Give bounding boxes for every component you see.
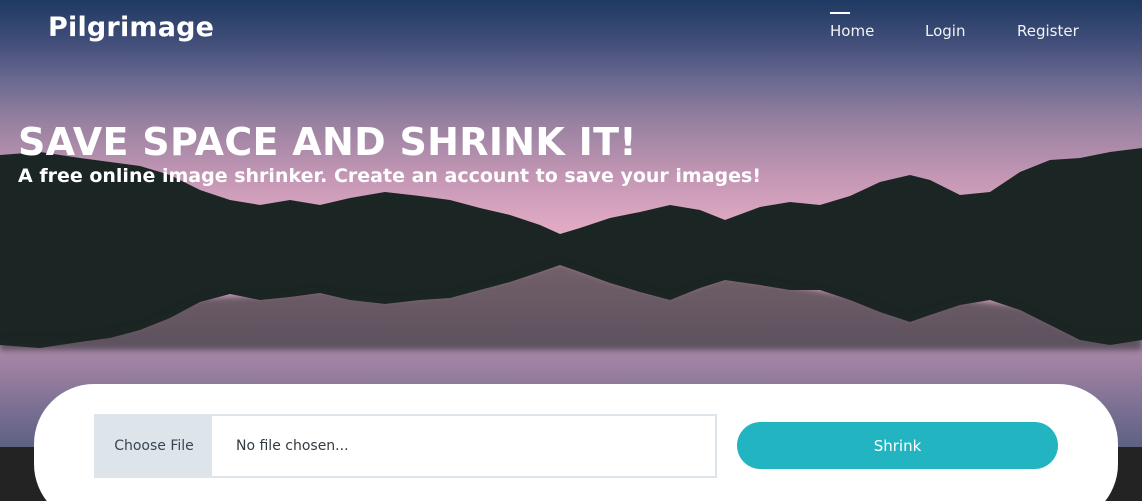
brand-logo[interactable]: Pilgrimage	[48, 12, 214, 43]
choose-file-button[interactable]: Choose File	[96, 416, 212, 476]
shrink-button[interactable]: Shrink	[737, 422, 1058, 469]
mountain-landscape-image	[0, 148, 1142, 447]
file-status-text: No file chosen...	[236, 438, 349, 454]
hero-title: SAVE SPACE AND SHRINK IT!	[18, 120, 637, 164]
nav-login-link[interactable]: Login	[925, 22, 965, 40]
hero-subtitle: A free online image shrinker. Create an …	[18, 165, 761, 187]
file-input[interactable]: Choose File No file chosen...	[94, 414, 717, 478]
hero-section	[0, 0, 1142, 447]
nav-register-link[interactable]: Register	[1017, 22, 1079, 40]
upload-card: Choose File No file chosen... Shrink	[34, 384, 1118, 501]
nav-home-link[interactable]: Home	[830, 12, 874, 40]
